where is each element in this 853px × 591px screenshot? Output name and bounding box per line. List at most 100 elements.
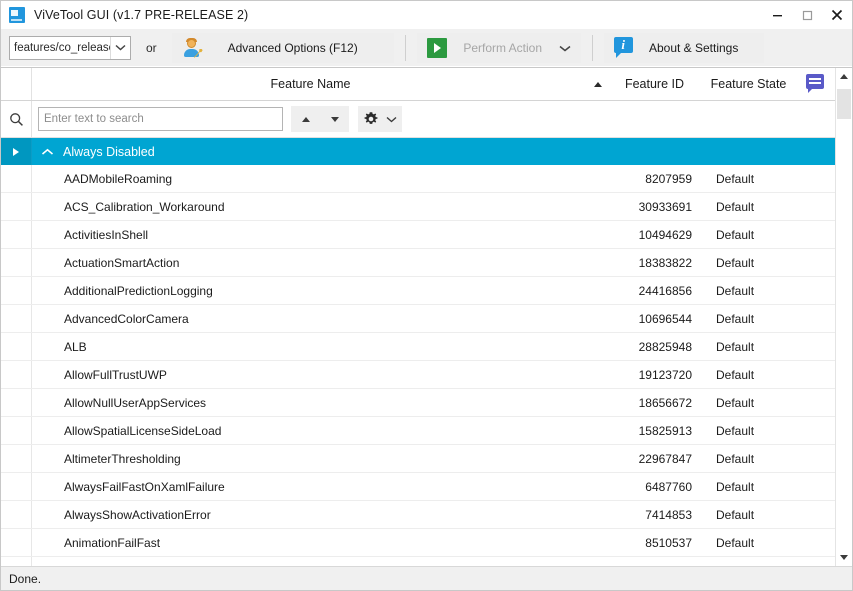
- row-gutter[interactable]: [1, 277, 32, 304]
- scrollbar-track[interactable]: [836, 85, 852, 549]
- row-gutter[interactable]: [1, 417, 32, 444]
- table-row[interactable]: AlwaysShowActivationError 7414853 Default: [1, 501, 835, 529]
- column-header-feature-name[interactable]: Feature Name: [32, 68, 589, 100]
- table-row[interactable]: AADMobileRoaming 8207959 Default: [1, 165, 835, 193]
- or-label: or: [146, 40, 157, 55]
- perform-action-button[interactable]: Perform Action: [416, 32, 581, 63]
- column-header-feature-id[interactable]: Feature ID: [607, 68, 702, 100]
- info-bubble-icon: i: [613, 37, 634, 58]
- cell-feature-id: 8207959: [645, 171, 692, 186]
- scroll-up-button[interactable]: [836, 68, 852, 85]
- cell-note: [795, 501, 835, 528]
- current-row-triangle-icon: [1, 138, 32, 165]
- search-input[interactable]: [38, 107, 283, 131]
- app-window-icon: [9, 7, 25, 23]
- cell-feature-name: AlwaysShowActivationError: [64, 507, 211, 522]
- cell-feature-name: AppExecutionAliasUsingPackagedCreateProc…: [32, 557, 607, 567]
- search-bar: [1, 101, 835, 138]
- scroll-down-button[interactable]: [836, 549, 852, 566]
- cell-feature-state: Default: [716, 367, 755, 382]
- table-row[interactable]: AllowSpatialLicenseSideLoad 15825913 Defau…: [1, 417, 835, 445]
- cell-feature-state: Default: [716, 283, 755, 298]
- row-gutter[interactable]: [1, 165, 32, 192]
- row-gutter[interactable]: [1, 529, 32, 556]
- cell-feature-state: Default: [716, 535, 755, 550]
- group-header-always-disabled[interactable]: Always Disabled: [1, 138, 835, 165]
- cell-feature-state: Default: [716, 479, 755, 494]
- search-icon[interactable]: [1, 101, 32, 137]
- cell-feature-id: 18656672: [638, 395, 692, 410]
- arrow-up-icon: [301, 116, 310, 122]
- cell-feature-name: ALB: [64, 339, 87, 354]
- cell-feature-name: ActuationSmartAction: [64, 255, 180, 270]
- row-gutter[interactable]: [1, 557, 32, 566]
- table-row[interactable]: ACS_Calibration_Workaround 30933691 Defaul…: [1, 193, 835, 221]
- row-gutter[interactable]: [1, 221, 32, 248]
- table-row[interactable]: ActuationSmartAction 18383822 Default: [1, 249, 835, 277]
- play-icon: [426, 37, 447, 58]
- maximize-button[interactable]: [792, 1, 822, 29]
- table-row[interactable]: AdditionalPredictionLogging 24416856 Defau…: [1, 277, 835, 305]
- window-title: ViVeTool GUI (v1.7 PRE-RELEASE 2): [34, 8, 249, 22]
- cell-note: [795, 333, 835, 360]
- cell-feature-name: AdditionalPredictionLogging: [64, 283, 213, 298]
- cell-feature-state: Default: [716, 507, 755, 522]
- perform-action-chevron-down-icon[interactable]: [559, 39, 571, 57]
- table-row[interactable]: AltimeterThresholding 22967847 Default: [1, 445, 835, 473]
- minimize-icon: [772, 14, 782, 16]
- table-row[interactable]: AllowNullUserAppServices 18656672 Default: [1, 389, 835, 417]
- comment-bubble-icon: [805, 74, 825, 94]
- close-button[interactable]: [822, 1, 852, 29]
- table-row[interactable]: AllowFullTrustUWP 19123720 Default: [1, 361, 835, 389]
- cell-note: [795, 473, 835, 500]
- about-settings-button[interactable]: i About & Settings: [603, 32, 764, 63]
- chevron-down-icon[interactable]: [110, 36, 130, 59]
- row-gutter[interactable]: [1, 473, 32, 500]
- table-row[interactable]: ALB 28825948 Default: [1, 333, 835, 361]
- row-gutter[interactable]: [1, 501, 32, 528]
- row-gutter[interactable]: [1, 361, 32, 388]
- cell-feature-id: 15825913: [638, 423, 692, 438]
- cell-feature-state: Default: [716, 339, 755, 354]
- table-row[interactable]: AnimationFailFast 8510537 Default: [1, 529, 835, 557]
- minimize-button[interactable]: [762, 1, 792, 29]
- table-row[interactable]: AdvancedColorCamera 10696544 Default: [1, 305, 835, 333]
- cell-feature-id: 24416856: [638, 283, 692, 298]
- cell-note: [795, 529, 835, 556]
- cell-feature-name: AADMobileRoaming: [64, 171, 173, 186]
- table-row[interactable]: AppExecutionAliasUsingPackagedCreateProc…: [1, 557, 835, 566]
- advanced-options-button[interactable]: Advanced Options (F12): [171, 32, 394, 63]
- column-header-feature-state[interactable]: Feature State: [702, 68, 795, 100]
- row-gutter[interactable]: [1, 249, 32, 276]
- advanced-options-label: Advanced Options (F12): [227, 40, 358, 55]
- sort-ascending-icon: [589, 68, 607, 100]
- search-previous-button[interactable]: [291, 106, 320, 132]
- branch-selector-combobox[interactable]: features/co_release: [9, 35, 131, 60]
- row-gutter[interactable]: [1, 389, 32, 416]
- cell-feature-state: Default: [716, 311, 755, 326]
- window-controls: [762, 1, 852, 29]
- row-gutter[interactable]: [1, 193, 32, 220]
- vertical-scrollbar[interactable]: [835, 68, 852, 566]
- cell-note: [795, 557, 835, 566]
- row-gutter[interactable]: [1, 305, 32, 332]
- table-row[interactable]: ActivitiesInShell 10494629 Default: [1, 221, 835, 249]
- table-row[interactable]: AlwaysFailFastOnXamlFailure 6487760 Defaul…: [1, 473, 835, 501]
- row-gutter[interactable]: [1, 445, 32, 472]
- user-settings-icon: [182, 37, 203, 58]
- cell-note: [795, 277, 835, 304]
- column-header-feature-id-label: Feature ID: [624, 77, 685, 91]
- search-next-button[interactable]: [320, 106, 349, 132]
- cell-feature-name: ActivitiesInShell: [64, 227, 149, 242]
- cell-note: [795, 221, 835, 248]
- scrollbar-thumb[interactable]: [837, 89, 851, 119]
- group-header-label: Always Disabled: [63, 144, 155, 159]
- header-gutter: [1, 68, 32, 100]
- chevron-up-icon[interactable]: [32, 138, 63, 165]
- search-settings-button[interactable]: [358, 106, 402, 132]
- row-gutter[interactable]: [1, 333, 32, 360]
- column-header-feature-name-label: Feature Name: [270, 77, 351, 91]
- cell-feature-name: AllowSpatialLicenseSideLoad: [64, 423, 222, 438]
- column-header-row: Feature Name Feature ID Feature State: [1, 68, 835, 101]
- column-header-note[interactable]: [795, 68, 835, 100]
